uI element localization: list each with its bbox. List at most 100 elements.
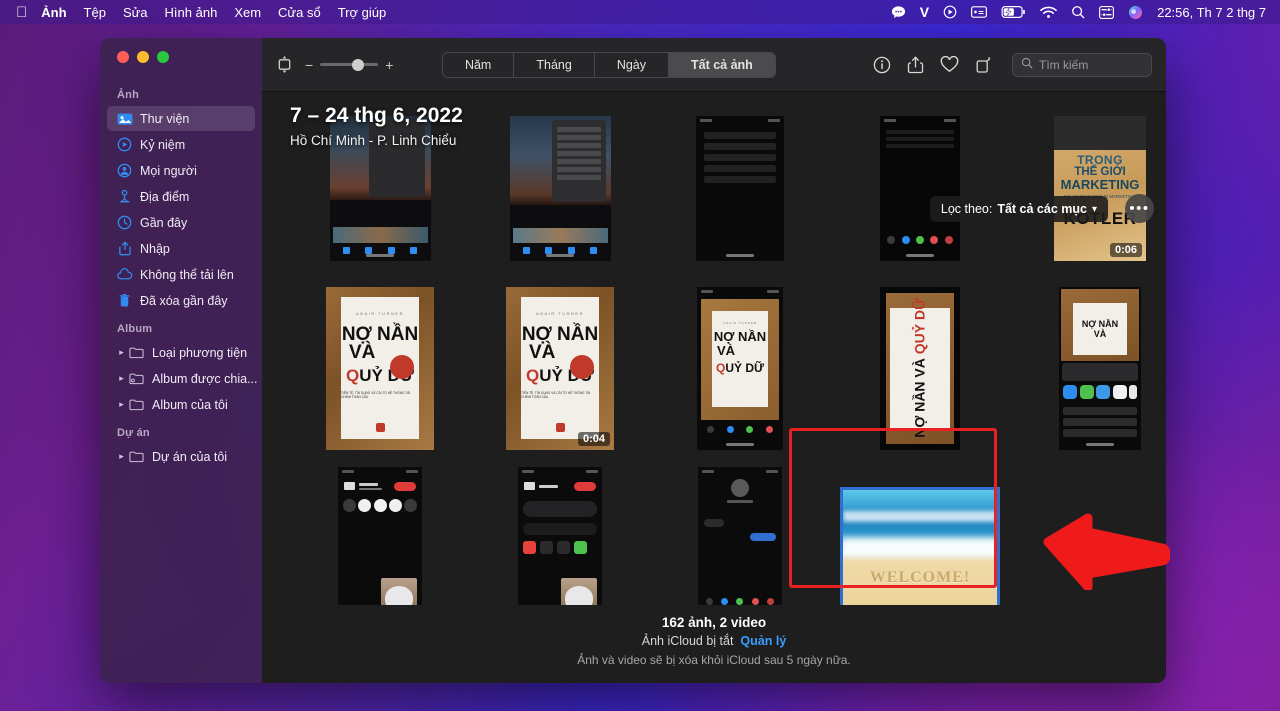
tab-years[interactable]: Năm xyxy=(443,52,515,77)
chat-bubble-icon[interactable] xyxy=(891,5,906,20)
menu-item-view[interactable]: Xem xyxy=(234,5,261,20)
menu-bar-status-area: V 22:56, Th 7 2 thg 7 xyxy=(891,4,1270,20)
menu-bar-clock[interactable]: 22:56, Th 7 2 thg 7 xyxy=(1157,5,1266,20)
sidebar-item-my-albums[interactable]: ▸ Album của tôi xyxy=(107,392,255,417)
photo-cell[interactable]: ADAIR TURNER NỢ NẦN VÀ QUỶ DỮ TIỀN TỆ, T… xyxy=(290,278,470,458)
more-options-button[interactable]: ••• xyxy=(1125,194,1154,223)
tab-days[interactable]: Ngày xyxy=(595,52,669,77)
sidebar-item-recent[interactable]: Gần đây xyxy=(107,210,255,235)
sidebar-item-import[interactable]: Nhập xyxy=(107,236,255,261)
photo-cell[interactable] xyxy=(290,98,470,278)
chevron-right-icon[interactable]: ▸ xyxy=(116,373,127,384)
menu-item-photos[interactable]: Ảnh xyxy=(41,5,66,20)
main-area: − + Năm Tháng Ngày Tất cả ảnh Tìm kiếm T… xyxy=(262,38,1166,683)
chevron-right-icon[interactable]: ▸ xyxy=(116,399,127,410)
filter-value-label: Tất cả các mục xyxy=(997,202,1087,216)
photo-cell[interactable]: ADAIR TURNER NỢ NẦN VÀ QUỶ DỮ TIỀN TỆ, T… xyxy=(470,278,650,458)
zoom-slider-track[interactable] xyxy=(320,58,379,71)
siri-icon[interactable] xyxy=(1128,5,1143,20)
menu-item-window[interactable]: Cửa sổ xyxy=(278,5,321,20)
filter-dropdown[interactable]: Lọc theo: Tất cả các mục ▾ xyxy=(929,196,1108,222)
play-circle-icon[interactable] xyxy=(943,5,957,19)
search-input[interactable]: Tìm kiếm xyxy=(1011,52,1152,77)
info-icon[interactable] xyxy=(873,56,891,74)
sidebar-item-my-projects[interactable]: ▸ Dự án của tôi xyxy=(107,444,255,469)
sidebar-item-people[interactable]: Mọi người xyxy=(107,158,255,183)
red-arrow-pointing-left xyxy=(1040,512,1171,595)
photo-thumbnail[interactable]: TRONG THẾ GIỚI MARKETING MY ADVENTURES I… xyxy=(1054,115,1146,261)
icloud-notice-label: Ảnh và video sẽ bị xóa khỏi iCloud sau 5… xyxy=(577,653,851,667)
sidebar-item-label: Album được chia... xyxy=(152,371,258,386)
tab-months[interactable]: Tháng xyxy=(514,52,595,77)
photo-cell[interactable] xyxy=(650,98,830,278)
photo-thumbnail[interactable] xyxy=(329,115,431,261)
rotate-icon[interactable] xyxy=(975,56,992,74)
photo-grid-container[interactable]: TRONG THẾ GIỚI MARKETING MY ADVENTURES I… xyxy=(262,92,1166,683)
sidebar-section-photos-title: Ảnh xyxy=(117,89,139,101)
aspect-ratio-icon[interactable] xyxy=(276,55,293,74)
beach-welcome-photo[interactable]: WELCOME! xyxy=(840,487,1000,609)
photo-thumbnail[interactable]: ADAIR TURNER NỢ NẦN VÀ QUỶ DỮ TIỀN TỆ, T… xyxy=(506,286,614,450)
maximize-button[interactable] xyxy=(157,51,169,63)
menu-item-help[interactable]: Trợ giúp xyxy=(338,5,387,20)
letter-v-icon[interactable]: V xyxy=(920,4,929,20)
photo-thumbnail[interactable] xyxy=(880,115,960,261)
share-icon[interactable] xyxy=(907,55,924,74)
photo-thumbnail[interactable]: ADAIR TURNER NỢ NẦN VÀ QUỶ DỮ xyxy=(697,286,783,450)
toolbar-right-group: Tìm kiếm xyxy=(873,52,1152,77)
menu-item-file[interactable]: Tệp xyxy=(84,5,106,20)
book-title-line3: MARKETING xyxy=(1060,176,1140,192)
sidebar-item-label: Nhập xyxy=(140,241,170,256)
manage-link[interactable]: Quản lý xyxy=(740,634,786,648)
zoom-in-label[interactable]: + xyxy=(385,57,393,73)
sidebar-item-library[interactable]: Thư viện xyxy=(107,106,255,131)
sidebar-item-upload-failed[interactable]: Không thể tải lên xyxy=(107,262,255,287)
import-icon xyxy=(116,241,133,256)
photo-cell[interactable] xyxy=(830,98,1010,278)
zoom-out-label[interactable]: − xyxy=(305,57,313,73)
photo-thumbnail[interactable]: NỢ NẦN VÀ QUỶ DỮ xyxy=(880,286,960,450)
people-icon xyxy=(116,163,133,178)
wifi-icon[interactable] xyxy=(1040,6,1057,19)
book-cover-no-nan: ADAIR TURNER NỢ NẦN VÀ QUỶ DỮ TIỀN TỆ, T… xyxy=(326,286,434,450)
display-icon[interactable] xyxy=(971,6,988,18)
photo-thumbnail[interactable]: NỢ NẦN VÀ xyxy=(1059,286,1141,450)
sidebar-item-memories[interactable]: Kỷ niệm xyxy=(107,132,255,157)
photo-cell[interactable] xyxy=(470,98,650,278)
chevron-right-icon[interactable]: ▸ xyxy=(116,347,127,358)
sidebar-item-label: Album của tôi xyxy=(152,397,228,412)
photo-cell[interactable]: TRONG THẾ GIỚI MARKETING MY ADVENTURES I… xyxy=(1010,98,1166,278)
favorite-heart-icon[interactable] xyxy=(940,56,959,73)
photo-cell[interactable]: NỢ NẦN VÀ QUỶ DỮ xyxy=(830,278,1010,458)
places-pin-icon xyxy=(116,189,133,204)
zoom-slider[interactable]: − + xyxy=(305,57,393,73)
photo-thumbnail[interactable] xyxy=(696,115,784,261)
chevron-down-icon: ▾ xyxy=(1091,203,1097,215)
menu-item-edit[interactable]: Sửa xyxy=(123,5,148,20)
photos-library-icon xyxy=(116,111,133,126)
filter-prefix-label: Lọc theo: xyxy=(940,202,993,216)
photo-thumbnail[interactable] xyxy=(509,115,611,261)
sidebar-item-label: Đã xóa gần đây xyxy=(140,293,228,308)
photo-thumbnail[interactable]: ADAIR TURNER NỢ NẦN VÀ QUỶ DỮ TIỀN TỆ, T… xyxy=(326,286,434,450)
zoom-slider-knob[interactable] xyxy=(352,58,365,71)
sidebar-item-shared-albums[interactable]: ▸ Album được chia... xyxy=(107,366,258,391)
book-title-line2: THẾ GIỚI xyxy=(1074,165,1126,178)
photos-app-window: Ảnh Thư viện Kỷ niệm Mọi người Địa điểm xyxy=(100,38,1166,683)
close-button[interactable] xyxy=(117,51,129,63)
toolbar-left-group: − + xyxy=(276,55,393,74)
minimize-button[interactable] xyxy=(137,51,149,63)
menu-item-image[interactable]: Hình ảnh xyxy=(165,5,218,20)
battery-charging-icon[interactable] xyxy=(1001,6,1026,18)
tab-all-photos[interactable]: Tất cả ảnh xyxy=(669,52,775,77)
sidebar-item-media-types[interactable]: ▸ Loại phương tiện xyxy=(107,340,255,365)
apple-logo-icon[interactable]:  xyxy=(16,5,27,20)
trash-icon xyxy=(116,293,133,308)
spotlight-search-icon[interactable] xyxy=(1071,5,1085,19)
sidebar-item-places[interactable]: Địa điểm xyxy=(107,184,255,209)
control-center-icon[interactable] xyxy=(1099,5,1115,19)
photo-cell[interactable]: ADAIR TURNER NỢ NẦN VÀ QUỶ DỮ xyxy=(650,278,830,458)
photo-cell[interactable]: NỢ NẦN VÀ xyxy=(1010,278,1166,458)
chevron-right-icon[interactable]: ▸ xyxy=(116,451,127,462)
sidebar-item-recently-deleted[interactable]: Đã xóa gần đây xyxy=(107,288,255,313)
